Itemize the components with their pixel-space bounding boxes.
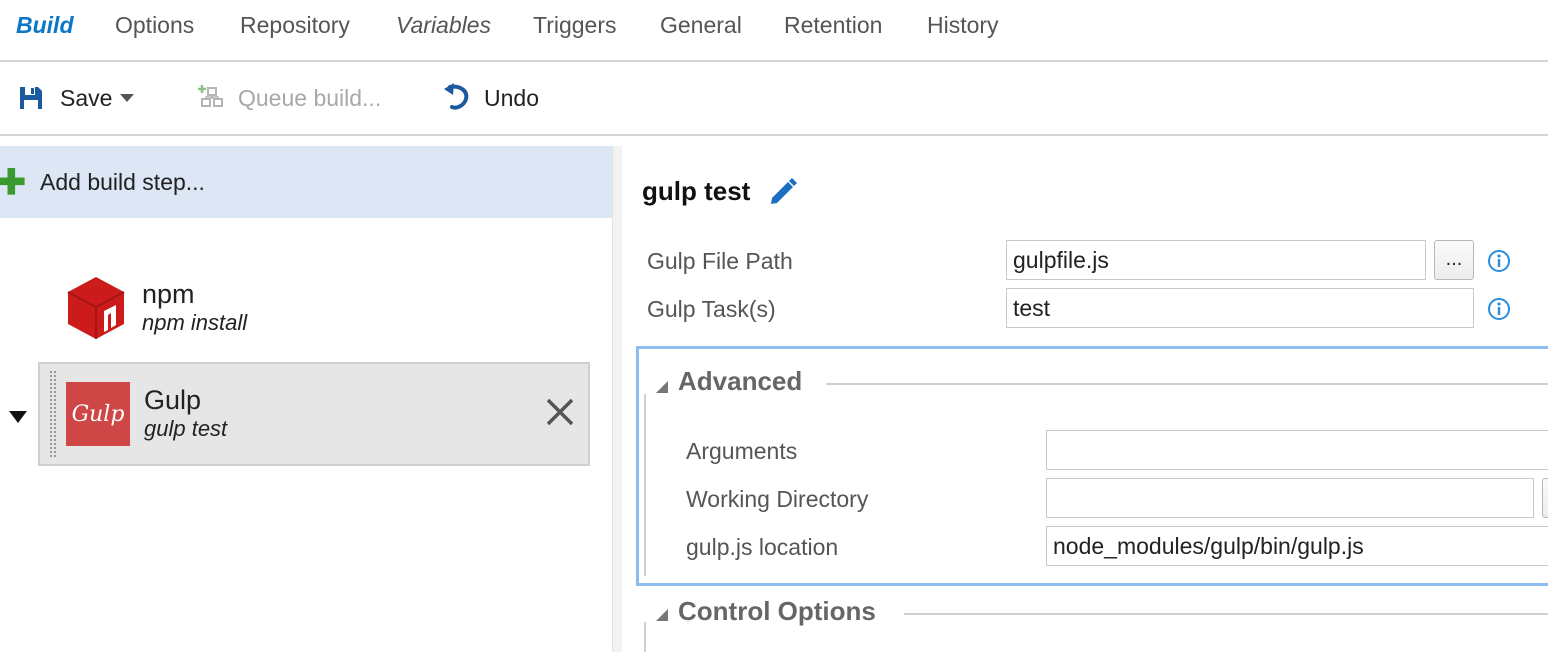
gulp-file-path-input[interactable]: gulpfile.js bbox=[1006, 240, 1426, 280]
drag-handle[interactable] bbox=[49, 370, 57, 458]
tab-divider bbox=[0, 60, 1548, 62]
add-build-step-button[interactable]: Add build step... bbox=[0, 146, 612, 218]
npm-icon bbox=[67, 277, 125, 339]
gulp-file-path-label: Gulp File Path bbox=[647, 248, 793, 274]
tab-triggers[interactable]: Triggers bbox=[533, 12, 617, 39]
undo-label: Undo bbox=[484, 84, 539, 111]
tab-retention[interactable]: Retention bbox=[784, 12, 882, 39]
browse-button[interactable]: ... bbox=[1434, 240, 1474, 280]
undo-icon bbox=[444, 83, 469, 110]
gulp-js-location-label: gulp.js location bbox=[686, 534, 839, 560]
advanced-title: Advanced bbox=[678, 366, 803, 396]
step-subtitle: npm install bbox=[142, 310, 248, 335]
step-subtitle: gulp test bbox=[144, 416, 228, 441]
gulp-tasks-input[interactable]: test bbox=[1006, 288, 1474, 328]
collapse-triangle-icon[interactable] bbox=[9, 411, 27, 423]
floppy-disk-icon bbox=[20, 87, 42, 109]
step-name: npm bbox=[142, 279, 195, 309]
build-steps-panel: Add build step... npm npm install Gulp G… bbox=[0, 136, 612, 652]
control-options-title: Control Options bbox=[678, 596, 876, 626]
arguments-label: Arguments bbox=[686, 438, 798, 464]
tab-bar: Build Options Repository Variables Trigg… bbox=[0, 0, 1548, 52]
section-divider bbox=[826, 383, 1548, 385]
tab-variables[interactable]: Variables bbox=[396, 12, 491, 39]
tab-options[interactable]: Options bbox=[115, 12, 194, 39]
build-step-gulp[interactable]: Gulp Gulp gulp test bbox=[38, 362, 590, 466]
section-divider bbox=[904, 613, 1548, 615]
info-icon[interactable] bbox=[1487, 249, 1511, 273]
add-build-step-label: Add build step... bbox=[40, 168, 205, 195]
svg-text:Gulp: Gulp bbox=[72, 402, 125, 427]
step-name: Gulp bbox=[144, 385, 202, 415]
gulp-js-location-input[interactable]: node_modules/gulp/bin/gulp.js bbox=[1046, 526, 1548, 566]
working-directory-label: Working Directory bbox=[686, 486, 869, 512]
task-title: gulp test bbox=[642, 176, 751, 206]
info-icon[interactable] bbox=[1487, 297, 1511, 321]
queue-build-icon bbox=[198, 85, 223, 107]
tab-general[interactable]: General bbox=[660, 12, 742, 39]
queue-build-button[interactable]: Queue build... bbox=[196, 80, 381, 116]
browse-button[interactable] bbox=[1542, 478, 1548, 518]
gulp-icon: Gulp bbox=[66, 382, 130, 446]
save-label: Save bbox=[60, 84, 113, 111]
panel-splitter[interactable] bbox=[612, 146, 622, 652]
working-directory-input[interactable] bbox=[1046, 478, 1534, 518]
save-button[interactable]: Save bbox=[18, 80, 135, 116]
pencil-icon[interactable] bbox=[768, 176, 798, 206]
section-divider bbox=[644, 394, 646, 576]
chevron-down-icon bbox=[120, 94, 135, 102]
collapse-triangle-icon[interactable] bbox=[656, 609, 668, 621]
tab-build[interactable]: Build bbox=[16, 12, 74, 39]
build-step-npm[interactable]: npm npm install bbox=[64, 272, 584, 344]
section-divider bbox=[644, 622, 646, 652]
tab-history[interactable]: History bbox=[927, 12, 999, 39]
gulp-tasks-label: Gulp Task(s) bbox=[647, 296, 776, 322]
queue-build-label: Queue build... bbox=[238, 84, 382, 111]
arguments-input[interactable] bbox=[1046, 430, 1548, 470]
plus-icon bbox=[0, 168, 25, 195]
close-icon[interactable] bbox=[544, 396, 576, 428]
collapse-triangle-icon[interactable] bbox=[656, 381, 668, 393]
tab-repository[interactable]: Repository bbox=[240, 12, 350, 39]
undo-button[interactable]: Undo bbox=[442, 80, 539, 116]
